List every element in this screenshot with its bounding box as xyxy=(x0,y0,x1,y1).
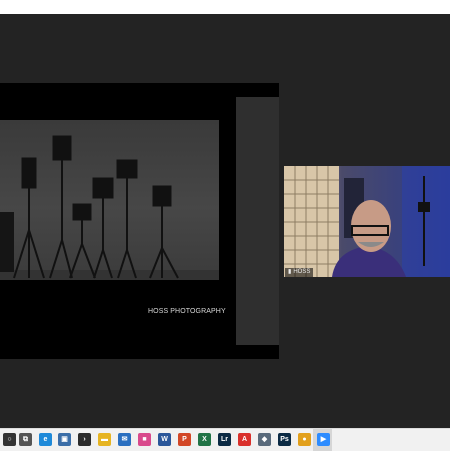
shared-screen-side-panel xyxy=(236,97,279,345)
zoom-icon[interactable]: ▶ xyxy=(317,433,330,446)
excel-icon[interactable]: X xyxy=(198,433,211,446)
shield-icon[interactable]: ◆ xyxy=(258,433,271,446)
file-explorer-icon[interactable]: ▬ xyxy=(98,433,111,446)
task-view-icon[interactable]: ⧉ xyxy=(19,433,32,446)
participant-name: HOSS xyxy=(293,269,311,275)
photography-caption: HOSS PHOTOGRAPHY xyxy=(148,308,226,315)
media-icon[interactable]: › xyxy=(78,433,91,446)
edge-icon[interactable]: e xyxy=(39,433,52,446)
windows-taskbar: ○ ⧉ e ▣ › ▬ ✉ ■ W P X Lr A ◆ Ps ● ▶ xyxy=(0,428,450,451)
participant-video[interactable] xyxy=(284,166,450,277)
shared-photo xyxy=(0,120,219,280)
signal-icon: ▮ xyxy=(288,269,292,275)
photos-icon[interactable]: ■ xyxy=(138,433,151,446)
start-icon[interactable]: ○ xyxy=(3,433,16,446)
camera-tripods-image xyxy=(0,135,219,280)
participant-name-tag: ▮ HOSS xyxy=(285,268,314,277)
mail-icon[interactable]: ✉ xyxy=(118,433,131,446)
word-icon[interactable]: W xyxy=(158,433,171,446)
acrobat-icon[interactable]: A xyxy=(238,433,251,446)
chrome-icon[interactable]: ● xyxy=(298,433,311,446)
photoshop-icon[interactable]: Ps xyxy=(278,433,291,446)
participant-video-feed xyxy=(284,166,450,277)
store-icon[interactable]: ▣ xyxy=(58,433,71,446)
powerpoint-icon[interactable]: P xyxy=(178,433,191,446)
lightroom-icon[interactable]: Lr xyxy=(218,433,231,446)
